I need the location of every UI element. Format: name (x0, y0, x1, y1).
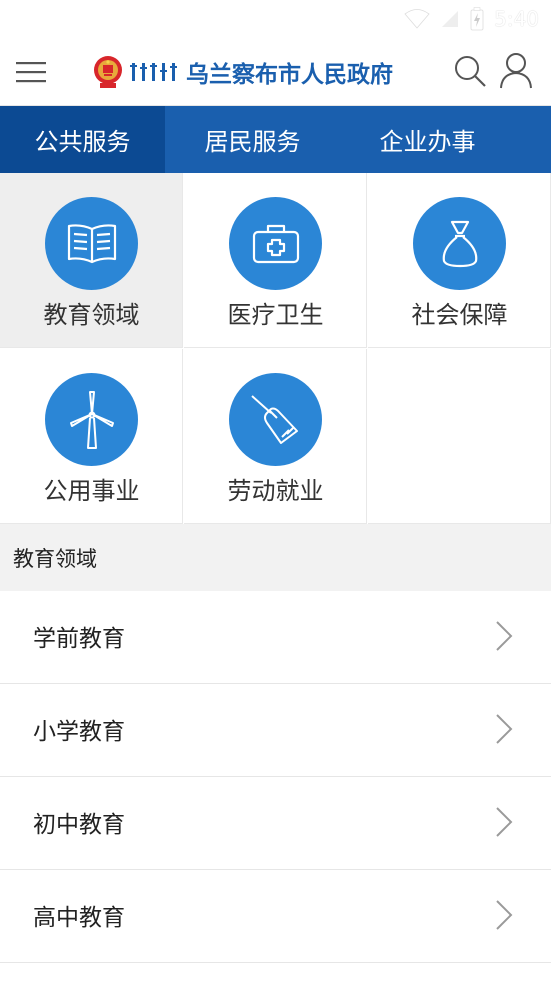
app-header: 乌兰察布市人民政府 (0, 38, 551, 106)
brand-logo: 乌兰察布市人民政府 (92, 52, 393, 92)
status-indicators: 5:40 (404, 6, 539, 32)
category-icon-circle (413, 197, 506, 290)
category-grid: 教育领域 医疗卫生 社会保障 公用事业 劳动就业 (0, 173, 551, 524)
category-label: 公用事业 (43, 477, 140, 505)
user-icon[interactable] (498, 51, 534, 89)
list-item-partial (0, 963, 551, 981)
list-item-junior-high[interactable]: 初中教育 (0, 777, 551, 870)
tab-resident-services[interactable]: 居民服务 (165, 106, 340, 173)
main-tabs: 公共服务 居民服务 企业办事 (0, 106, 551, 173)
category-medical[interactable]: 医疗卫生 (184, 173, 367, 348)
mongolian-script-logo (130, 63, 177, 81)
chevron-right-icon (496, 621, 513, 651)
chevron-right-icon (496, 714, 513, 744)
book-icon (67, 223, 116, 263)
category-icon-circle (45, 197, 138, 290)
category-icon-circle (229, 197, 322, 290)
list-item-preschool[interactable]: 学前教育 (0, 591, 551, 684)
menu-icon[interactable] (14, 55, 48, 89)
section-title: 教育领域 (13, 547, 97, 571)
tab-label: 公共服务 (34, 128, 131, 156)
section-header: 教育领域 (0, 524, 551, 591)
wifi-icon (404, 9, 430, 29)
category-label: 教育领域 (43, 301, 140, 329)
category-education[interactable]: 教育领域 (0, 173, 183, 348)
status-bar: 5:40 (0, 0, 551, 38)
tab-enterprise-affairs[interactable]: 企业办事 (340, 106, 515, 173)
list-item-senior-high[interactable]: 高中教育 (0, 870, 551, 963)
list-item-primary[interactable]: 小学教育 (0, 684, 551, 777)
list-item-label: 初中教育 (33, 812, 125, 838)
medical-kit-icon (252, 224, 299, 263)
chevron-right-icon (496, 807, 513, 837)
search-icon[interactable] (452, 53, 488, 89)
category-label: 劳动就业 (227, 477, 324, 505)
national-emblem-icon (94, 56, 122, 88)
chevron-right-icon (496, 900, 513, 930)
signal-icon (442, 11, 459, 27)
category-label: 医疗卫生 (227, 301, 324, 329)
list-item-label: 小学教育 (33, 719, 125, 745)
money-bag-icon (442, 220, 477, 267)
category-label: 社会保障 (411, 301, 508, 329)
battery-icon (470, 7, 484, 31)
site-title: 乌兰察布市人民政府 (186, 62, 393, 88)
category-employment[interactable]: 劳动就业 (184, 349, 367, 524)
category-icon-circle (229, 373, 322, 466)
category-empty-slot (368, 349, 551, 524)
education-list: 学前教育 小学教育 初中教育 高中教育 (0, 591, 551, 981)
wind-turbine-icon (69, 390, 114, 449)
tab-public-services[interactable]: 公共服务 (0, 106, 165, 173)
category-public-utilities[interactable]: 公用事业 (0, 349, 183, 524)
list-item-label: 高中教育 (33, 905, 125, 931)
tab-label: 企业办事 (379, 128, 476, 156)
category-social-security[interactable]: 社会保障 (368, 173, 551, 348)
tab-label: 居民服务 (204, 128, 301, 156)
broom-icon (250, 394, 298, 444)
category-icon-circle (45, 373, 138, 466)
list-item-label: 学前教育 (33, 626, 125, 652)
status-time: 5:40 (494, 7, 539, 31)
